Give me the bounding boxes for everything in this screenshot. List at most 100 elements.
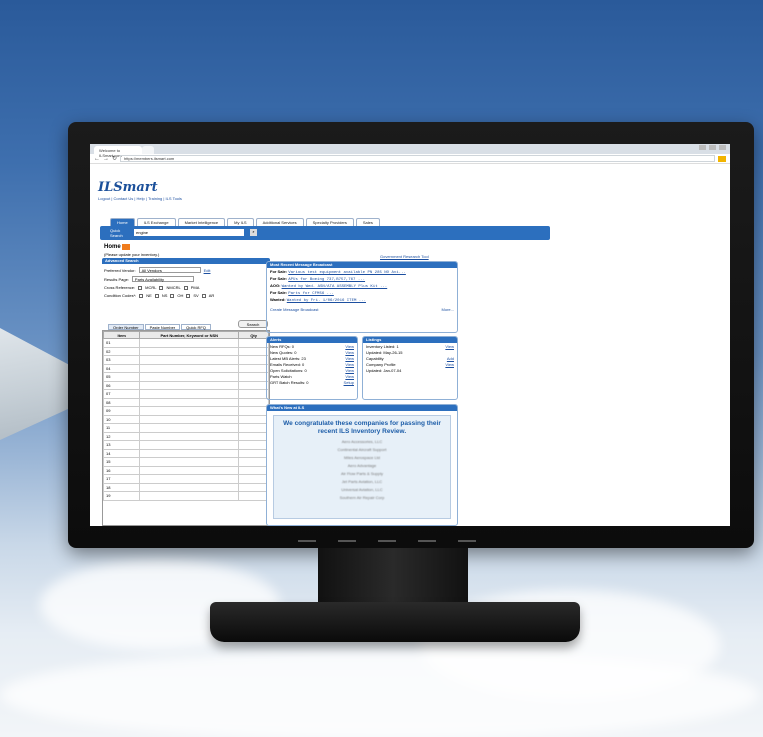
checkbox[interactable] <box>170 293 175 298</box>
part-number-input[interactable] <box>139 482 240 492</box>
list-item-action[interactable]: View <box>445 344 454 349</box>
list-item-action[interactable]: Setup <box>344 380 354 385</box>
quantity-input[interactable] <box>238 372 269 382</box>
quantity-input[interactable] <box>238 474 269 484</box>
part-number-input[interactable] <box>139 363 240 373</box>
list-item-action[interactable]: View <box>345 350 354 355</box>
checkbox[interactable] <box>159 285 164 290</box>
list-item: Emails Received: 0 View <box>270 362 354 367</box>
tab-market-intelligence[interactable]: Market Intelligence <box>177 218 226 226</box>
tab-home[interactable]: Home <box>110 218 135 226</box>
browser-tab[interactable]: Welcome to ILSmart.com <box>94 146 142 158</box>
forward-icon[interactable]: → <box>103 156 109 162</box>
monitor-button[interactable] <box>418 540 436 542</box>
quantity-input[interactable] <box>238 397 269 407</box>
quantity-input[interactable] <box>238 355 269 365</box>
tab-additional-services[interactable]: Additional Services <box>255 218 304 226</box>
column-header: Part Number, Keyword or NSN <box>139 331 240 339</box>
quantity-input[interactable] <box>238 448 269 458</box>
site-logo[interactable]: ILSmart <box>98 180 722 195</box>
monitor-button[interactable] <box>378 540 396 542</box>
quantity-input[interactable] <box>238 423 269 433</box>
quantity-input[interactable] <box>238 338 269 348</box>
list-item-action[interactable]: Add <box>447 356 454 361</box>
part-number-input[interactable] <box>139 457 240 467</box>
part-number-input[interactable] <box>139 389 240 399</box>
broadcast-link[interactable]: Wanted by Wed. ASN/ATA ASSEMBLY Plus Kit… <box>282 285 388 289</box>
checkbox[interactable] <box>201 293 206 298</box>
list-item-action[interactable]: View <box>345 374 354 379</box>
part-number-input[interactable] <box>139 431 240 441</box>
quantity-input[interactable] <box>238 346 269 356</box>
checkbox[interactable] <box>186 293 191 298</box>
search-icon[interactable]: ⌕ <box>250 229 257 236</box>
create-broadcast-link[interactable]: Create Message Broadcast <box>270 307 318 312</box>
results-page-select[interactable]: Parts Availability <box>131 276 194 282</box>
part-number-input[interactable] <box>139 380 240 390</box>
back-icon[interactable]: ← <box>94 156 100 162</box>
part-number-input[interactable] <box>139 448 240 458</box>
tab-my-ils[interactable]: My ILS <box>227 218 254 226</box>
minimize-icon[interactable] <box>699 145 706 150</box>
monitor-button[interactable] <box>458 540 476 542</box>
new-tab-button[interactable] <box>142 146 154 154</box>
checkbox[interactable] <box>154 293 159 298</box>
table-row: 07 <box>102 389 269 399</box>
broadcast-link[interactable]: Parts for CFM56 ... <box>288 292 334 296</box>
more-link[interactable]: More... <box>442 307 454 312</box>
url-input[interactable]: https://members.ilsmart.com <box>120 155 715 162</box>
monitor-button[interactable] <box>338 540 356 542</box>
row-number: 08 <box>102 397 141 407</box>
broadcast-link[interactable]: Wanted by Fri. 1/06/2016 ITEM ... <box>287 299 366 303</box>
maximize-icon[interactable] <box>709 145 716 150</box>
list-item-action[interactable]: View <box>345 368 354 373</box>
part-number-input[interactable] <box>139 423 240 433</box>
broadcast-link[interactable]: APUs for Boeing 737,B757,767 ... <box>288 278 365 282</box>
quantity-input[interactable] <box>238 440 269 450</box>
part-number-input[interactable] <box>139 491 240 501</box>
monitor-button[interactable] <box>298 540 316 542</box>
reload-icon[interactable]: ↻ <box>112 155 117 162</box>
quantity-input[interactable] <box>238 406 269 416</box>
part-number-input[interactable] <box>139 397 240 407</box>
list-item-action[interactable]: View <box>445 362 454 367</box>
close-icon[interactable] <box>719 145 726 150</box>
quantity-input[interactable] <box>238 389 269 399</box>
list-item-action[interactable]: View <box>345 356 354 361</box>
preferred-vendor-select[interactable]: All Vendors <box>138 267 201 273</box>
part-number-input[interactable] <box>139 372 240 382</box>
quantity-input[interactable] <box>238 414 269 424</box>
quantity-input[interactable] <box>238 465 269 475</box>
quantity-input[interactable] <box>238 482 269 492</box>
checkbox[interactable] <box>139 293 144 298</box>
part-number-input[interactable] <box>139 338 240 348</box>
tab-sales[interactable]: Sales <box>355 218 380 226</box>
list-item: New RFQs: 0 View <box>270 344 354 349</box>
quick-search-input[interactable]: engine <box>134 229 244 236</box>
table-row: 02 <box>102 346 269 356</box>
extension-icon[interactable] <box>718 155 726 162</box>
tab-specialty-providers[interactable]: Specialty Providers <box>305 218 354 226</box>
part-number-input[interactable] <box>139 346 240 356</box>
list-item-action[interactable]: View <box>345 344 354 349</box>
government-research-link[interactable]: Government Research Tool <box>380 254 429 259</box>
quantity-input[interactable] <box>238 457 269 467</box>
top-links[interactable]: Logout | Contact Us | Help | Training | … <box>98 196 722 201</box>
broadcast-link[interactable]: Various test equipment available PN 285 … <box>288 271 406 275</box>
part-number-input[interactable] <box>139 440 240 450</box>
list-item-action[interactable]: View <box>345 362 354 367</box>
part-number-input[interactable] <box>139 474 240 484</box>
checkbox[interactable] <box>183 285 188 290</box>
quantity-input[interactable] <box>238 491 269 501</box>
part-number-input[interactable] <box>139 355 240 365</box>
tab-ils-exchange[interactable]: ILS Exchange <box>136 218 176 226</box>
edit-link[interactable]: Edit <box>204 268 211 273</box>
part-number-input[interactable] <box>139 406 240 416</box>
part-number-input[interactable] <box>139 465 240 475</box>
part-number-input[interactable] <box>139 414 240 424</box>
quantity-input[interactable] <box>238 363 269 373</box>
checkbox[interactable] <box>138 285 143 290</box>
quantity-input[interactable] <box>238 431 269 441</box>
search-button[interactable]: Search <box>238 320 268 328</box>
quantity-input[interactable] <box>238 380 269 390</box>
